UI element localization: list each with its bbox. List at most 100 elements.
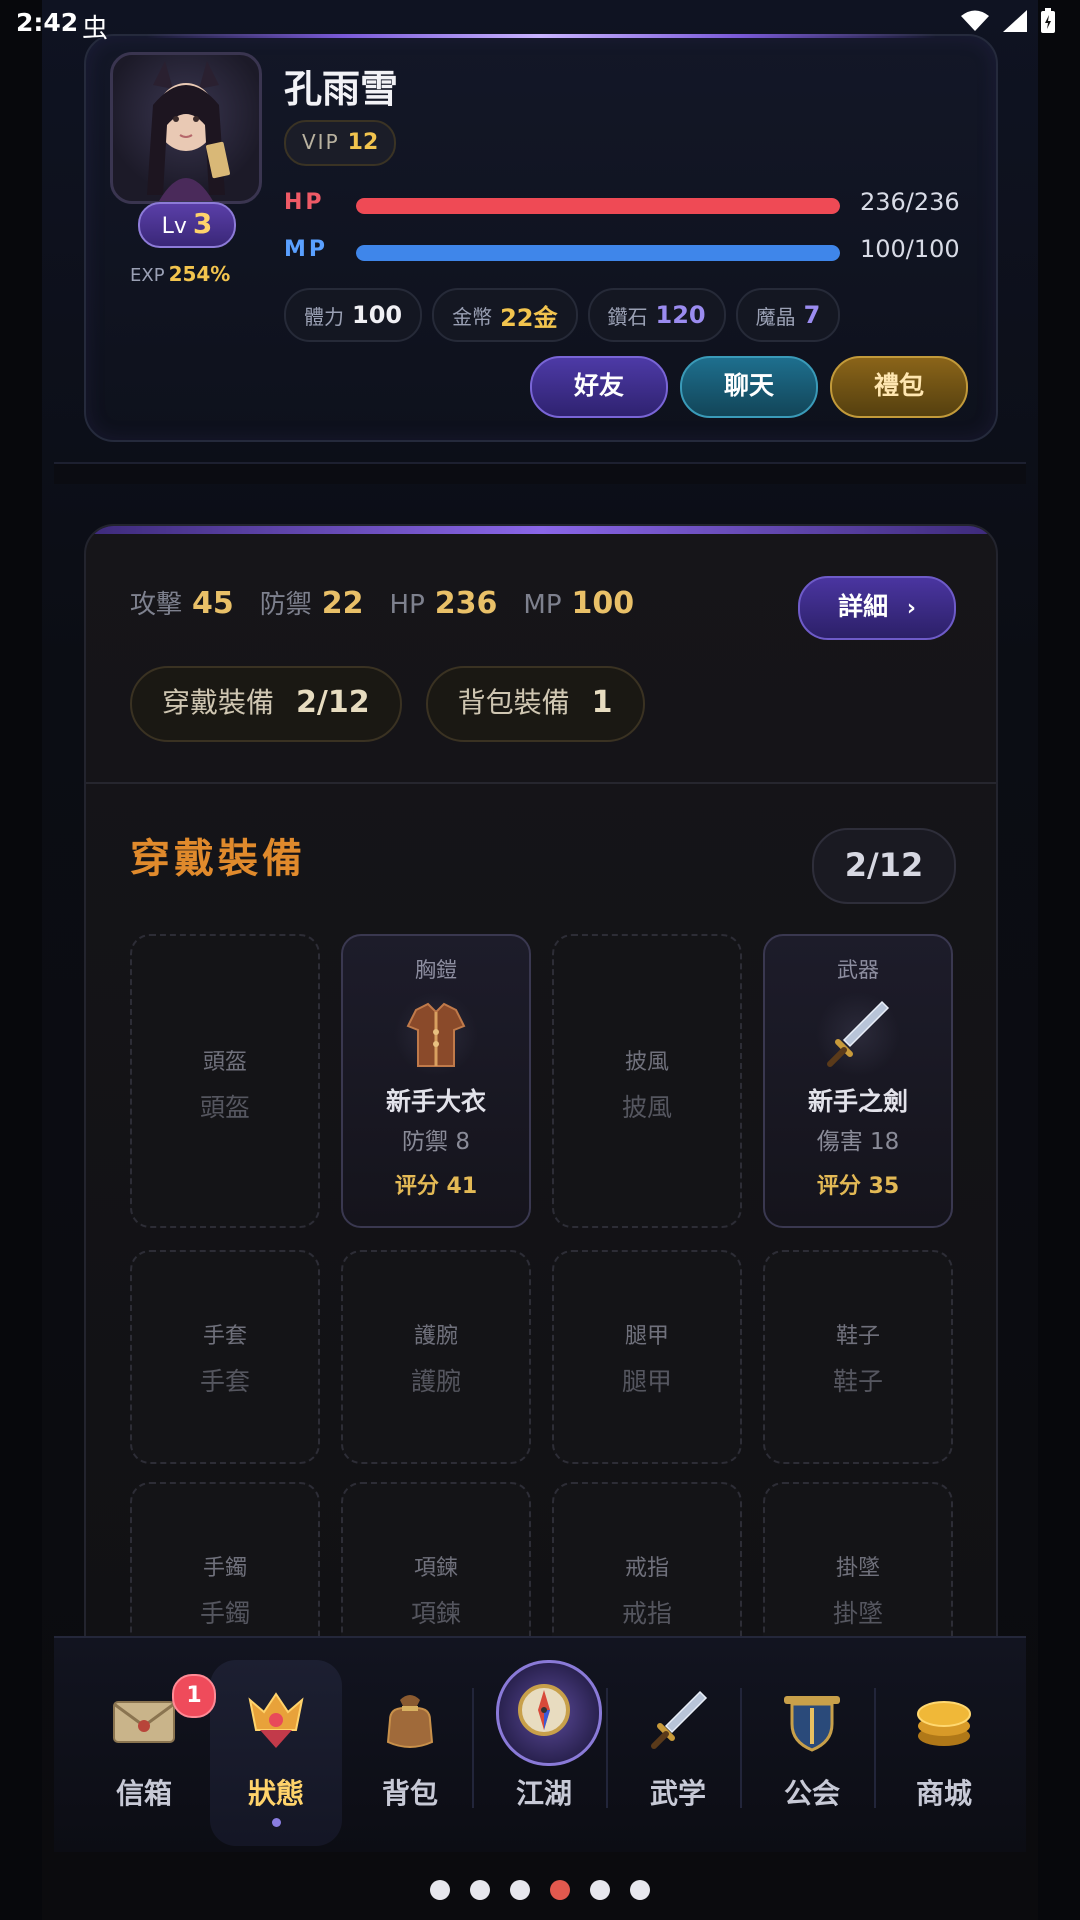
- level-badge: Lv 3: [138, 202, 236, 248]
- currency-value: 120: [655, 301, 706, 329]
- page-dot[interactable]: [430, 1880, 450, 1900]
- hp-bar-fill: [356, 198, 840, 214]
- stat-value: 100: [571, 586, 635, 621]
- bag-icon: [376, 1686, 444, 1754]
- hp-bar-row: HP 236/236: [284, 188, 974, 220]
- slot-placeholder: 手套: [199, 1367, 250, 1396]
- coins-icon: [910, 1686, 978, 1754]
- stat-item: HP 236: [390, 586, 498, 621]
- currency-label: 金幣: [452, 304, 493, 329]
- status-bar: 2:42 虫: [0, 0, 1080, 48]
- slot-placeholder: 披風: [621, 1093, 672, 1122]
- player-name: 孔雨雪: [284, 67, 399, 111]
- nav-label: 武学: [649, 1777, 706, 1810]
- slot-type-label: 鞋子: [835, 1324, 880, 1349]
- slot-type-label: 頭盔: [202, 1050, 247, 1075]
- tab-equipped[interactable]: 穿戴裝備 2/12: [130, 666, 402, 742]
- currency-chip[interactable]: 鑽石 120: [587, 288, 726, 342]
- slot-placeholder: 掛墜: [832, 1599, 883, 1628]
- page-dot[interactable]: [510, 1880, 530, 1900]
- page-dot[interactable]: [590, 1880, 610, 1900]
- item-name: 新手大衣: [385, 1087, 486, 1116]
- nav-item-sword[interactable]: 武学: [612, 1638, 744, 1852]
- nav-item-compass[interactable]: 江湖: [478, 1638, 610, 1852]
- vip-badge[interactable]: VIP 12: [284, 120, 397, 166]
- friends-button[interactable]: 好友: [530, 356, 668, 418]
- armor-icon: [394, 992, 478, 1076]
- battery-icon: [1040, 8, 1056, 41]
- page-indicator: [0, 1880, 1080, 1904]
- details-button[interactable]: 詳細 ›: [798, 576, 956, 640]
- nav-item-mail[interactable]: 信箱 1: [78, 1638, 216, 1852]
- gift-pack-button[interactable]: 禮包: [830, 356, 968, 418]
- mp-bar-track: [356, 245, 840, 261]
- stat-item: MP 100: [523, 586, 634, 621]
- equipment-slot-empty[interactable]: 鞋子 鞋子: [763, 1250, 953, 1464]
- chat-button[interactable]: 聊天: [680, 356, 818, 418]
- tab-equipped-count: 2/12: [296, 685, 370, 720]
- currency-chip[interactable]: 體力 100: [284, 288, 423, 342]
- stats-summary: 攻擊 45 防禦 22 HP 236 MP 100: [130, 584, 634, 621]
- stat-label: 防禦: [259, 590, 312, 620]
- slot-type-label: 披風: [624, 1050, 669, 1075]
- page-dot[interactable]: [630, 1880, 650, 1900]
- currency-chip[interactable]: 魔晶 7: [735, 288, 841, 342]
- nav-item-status-crest[interactable]: 狀態: [210, 1638, 342, 1852]
- sword-icon: [644, 1686, 712, 1754]
- equipment-slot-empty[interactable]: 戒指 戒指: [552, 1482, 742, 1636]
- hp-label: HP: [284, 190, 325, 215]
- hp-bar-track: [356, 198, 840, 214]
- slot-placeholder: 護腕: [410, 1367, 461, 1396]
- slot-type-label: 手鐲: [202, 1556, 247, 1581]
- tab-bag-equipment[interactable]: 背包裝備 1: [425, 666, 645, 742]
- tab-bag-label: 背包裝備: [457, 686, 570, 719]
- slot-type-label: 手套: [202, 1324, 247, 1349]
- equipment-slot-empty[interactable]: 手套 手套: [130, 1250, 320, 1464]
- vip-label: VIP: [302, 130, 340, 154]
- item-stat: 防禦 8: [402, 1129, 470, 1155]
- equipment-slot-filled[interactable]: 胸鎧 新手大衣 防禦 8 评分 41: [341, 934, 531, 1228]
- equipment-slot-empty[interactable]: 腿甲 腿甲: [552, 1250, 742, 1464]
- stat-item: 防禦 22: [260, 584, 364, 621]
- nav-item-coins[interactable]: 商城: [878, 1638, 1010, 1852]
- page-dot[interactable]: [550, 1880, 570, 1900]
- equipped-count-badge: 2/12: [812, 828, 956, 904]
- nav-item-bag[interactable]: 背包: [344, 1638, 476, 1852]
- stat-item: 攻擊 45: [130, 584, 234, 621]
- tab-equipped-label: 穿戴裝備: [162, 686, 275, 719]
- slot-placeholder: 頭盔: [199, 1093, 250, 1122]
- currency-label: 體力: [304, 304, 344, 329]
- currency-chip[interactable]: 金幣 22金: [432, 288, 578, 342]
- status-crest-icon: [242, 1686, 310, 1754]
- equipment-slot-empty[interactable]: 掛墜 掛墜: [763, 1482, 953, 1636]
- nav-separator: [740, 1688, 742, 1808]
- stat-value: 45: [192, 586, 234, 621]
- page-dot[interactable]: [470, 1880, 490, 1900]
- slot-type-label: 護腕: [413, 1324, 458, 1349]
- mp-value: 100/100: [860, 235, 960, 263]
- panel-accent-line: [86, 526, 996, 534]
- slot-placeholder: 項鍊: [410, 1599, 461, 1628]
- slot-placeholder: 鞋子: [832, 1367, 883, 1396]
- currency-value: 22金: [500, 303, 558, 332]
- avatar[interactable]: [110, 52, 262, 204]
- item-score: 评分 41: [394, 1174, 478, 1199]
- equipment-slot-empty[interactable]: 項鍊 項鍊: [341, 1482, 531, 1636]
- equipment-slot-filled[interactable]: 武器 新手之劍 傷害 18 评分 35: [763, 934, 953, 1228]
- slot-type-label: 掛墜: [835, 1556, 880, 1581]
- nav-label: 信箱: [115, 1777, 172, 1810]
- currency-value: 7: [803, 301, 821, 329]
- equipment-slot-empty[interactable]: 頭盔 頭盔: [130, 934, 320, 1228]
- hp-value: 236/236: [860, 188, 960, 216]
- panel-separator: [86, 782, 996, 784]
- equipment-slot-empty[interactable]: 披風 披風: [552, 934, 742, 1228]
- equipment-slot-empty[interactable]: 手鐲 手鐲: [130, 1482, 320, 1636]
- equipment-slot-empty[interactable]: 護腕 護腕: [341, 1250, 531, 1464]
- nav-item-guild-shield[interactable]: 公会: [746, 1638, 878, 1852]
- details-label: 詳細: [838, 592, 889, 621]
- nav-separator: [472, 1688, 474, 1808]
- slot-type-label: 腿甲: [624, 1324, 669, 1349]
- currency-label: 魔晶: [755, 304, 796, 329]
- slot-type-label: 項鍊: [413, 1556, 458, 1581]
- tab-bag-count: 1: [591, 685, 613, 720]
